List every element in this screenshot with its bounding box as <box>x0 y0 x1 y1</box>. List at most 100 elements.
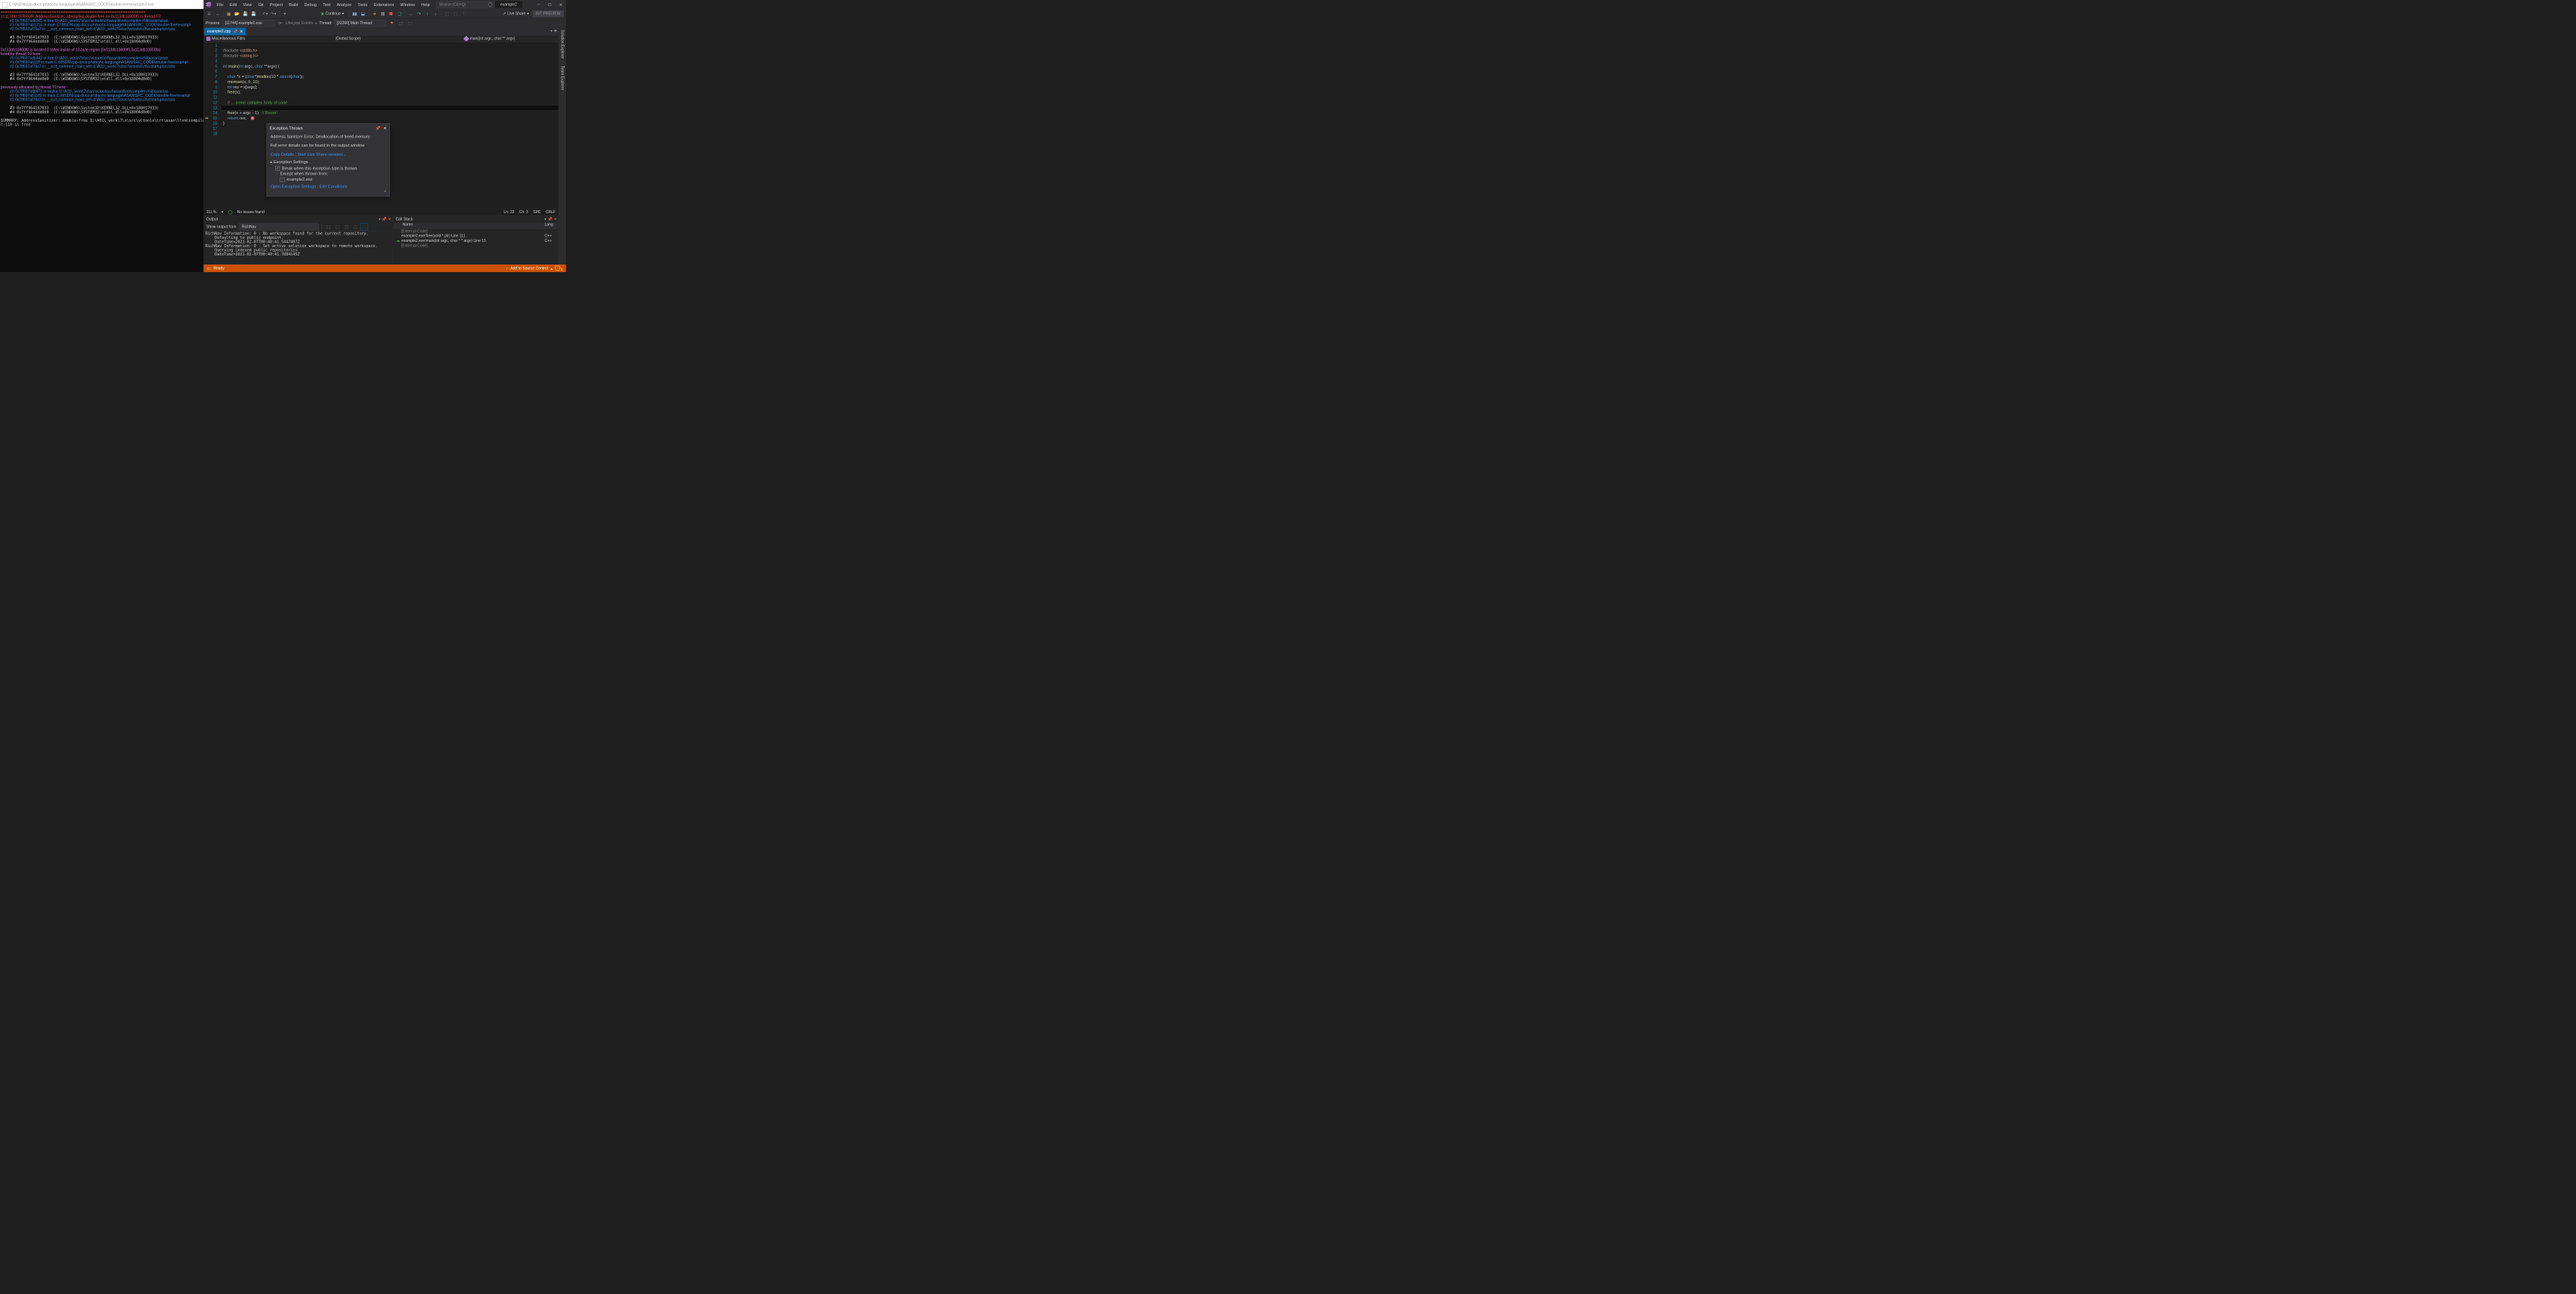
callstack-row[interactable]: [External Code] <box>393 243 559 248</box>
except-when-label: Except when thrown from: <box>271 172 386 176</box>
close-icon[interactable]: ✕ <box>554 217 557 221</box>
output-tool-icon[interactable]: ⬚ <box>343 223 350 230</box>
int-preview-badge: INT PREVIEW <box>532 11 564 17</box>
bell-icon[interactable] <box>556 266 560 271</box>
tool-icon-2[interactable]: ⬚ <box>452 11 459 17</box>
tab-dropdown-icon[interactable]: ▾ <box>550 29 553 33</box>
pin-icon[interactable]: 📌 <box>233 29 237 34</box>
break-all-icon[interactable]: ▮▮ <box>351 11 358 17</box>
lifecycle-label[interactable]: Lifecycle Events <box>286 21 313 25</box>
output-tool-icon[interactable]: ⬚ <box>325 223 332 230</box>
undo-icon[interactable]: ↶▾ <box>262 11 268 17</box>
close-tab-icon[interactable]: ✕ <box>240 29 243 33</box>
nav-function[interactable]: main(int argc, char ** argv) <box>462 36 559 42</box>
nav-fwd-icon[interactable]: → <box>214 11 221 17</box>
stop-debug-icon[interactable] <box>388 11 395 17</box>
stack-frame-icon[interactable]: ⬚ <box>398 20 404 26</box>
open-exception-settings-link[interactable]: Open Exception Settings <box>271 184 316 188</box>
open-icon[interactable]: 📂 <box>234 11 240 17</box>
copy-details-link[interactable]: Copy Details <box>271 152 294 156</box>
spc-indicator[interactable]: SPC <box>533 210 540 214</box>
menu-view[interactable]: View <box>240 1 255 8</box>
output-source-dropdown[interactable]: RichNav <box>240 223 319 230</box>
step-over-icon[interactable]: ↷ <box>416 11 423 17</box>
start-live-share-link[interactable]: Start Live Share session... <box>297 152 345 156</box>
exception-popup[interactable]: Exception Thrown 📌 ✕ Address Sanitizer E… <box>267 123 390 197</box>
callstack-header[interactable]: Call Stack ▾📌✕ <box>393 215 559 222</box>
team-explorer-tab[interactable]: Team Explorer <box>560 66 564 90</box>
process-dropdown[interactable]: [11744] example2.exe <box>222 20 274 26</box>
callstack-row[interactable]: example2.exe!free(void * ptr) Line 111C+… <box>393 234 559 238</box>
menu-window[interactable]: Window <box>398 1 418 8</box>
config-dropdown-icon[interactable]: ▾ <box>281 11 288 17</box>
flag-icon[interactable]: ⚑ <box>389 20 395 26</box>
menu-build[interactable]: Build <box>286 1 302 8</box>
stop-icon[interactable]: ⬓ <box>360 11 367 17</box>
thread-dropdown[interactable]: [32260] Main Thread <box>334 20 386 26</box>
menu-debug[interactable]: Debug <box>302 1 320 8</box>
maximize-button[interactable]: ☐ <box>544 0 555 9</box>
step-out-icon[interactable]: ↑ <box>424 11 431 17</box>
pin-icon[interactable]: 📌 <box>548 217 553 221</box>
nav-scope[interactable]: (Global Scope) <box>333 36 462 42</box>
menu-git[interactable]: Git <box>255 1 266 8</box>
pin-icon[interactable]: 📌 <box>375 125 380 130</box>
vs-statusbar: ▭ Ready ↑ Add to Source Control ▴ 2 <box>203 265 566 272</box>
document-tab[interactable]: example2.cpp 📌 ✕ <box>204 28 246 36</box>
close-icon[interactable]: ✕ <box>388 217 391 221</box>
module-checkbox[interactable] <box>280 178 285 182</box>
thread-icon[interactable]: ⬚ <box>407 20 413 26</box>
nav-project[interactable]: Miscellaneous Files <box>203 36 333 42</box>
menu-help[interactable]: Help <box>419 1 433 8</box>
col-indicator[interactable]: Ch: 3 <box>519 210 528 214</box>
search-input[interactable]: Search (Ctrl+Q) <box>437 1 495 8</box>
process-refresh-icon[interactable]: ⟳ <box>277 20 283 26</box>
line-indicator[interactable]: Ln: 13 <box>503 210 514 214</box>
callstack-row[interactable]: ➡example2.exe!main(int argc, char * * ar… <box>393 239 559 243</box>
step-icon[interactable]: ↓ <box>432 11 439 17</box>
new-item-icon[interactable]: ▦ <box>225 11 232 17</box>
restart-icon[interactable] <box>396 11 403 17</box>
minimize-button[interactable]: ─ <box>534 0 544 9</box>
nav-back-icon[interactable]: ⊝ <box>206 11 212 17</box>
menu-tools[interactable]: Tools <box>355 1 370 8</box>
menu-extensions[interactable]: Extensions <box>371 1 397 8</box>
live-share-button[interactable]: ↗ Live Share ▾ <box>503 11 529 16</box>
menu-project[interactable]: Project <box>267 1 285 8</box>
edit-conditions-link[interactable]: Edit Conditions <box>320 184 348 188</box>
output-body[interactable]: RichNav Information: 0 : No workspace fo… <box>203 231 392 264</box>
menu-edit[interactable]: Edit <box>227 1 240 8</box>
tool-icon-3[interactable]: ⋮ <box>460 11 467 17</box>
pin-icon[interactable]: 📌 <box>382 217 386 221</box>
dropdown-icon[interactable]: ▾ <box>379 217 381 221</box>
tab-add-icon[interactable]: ✚ <box>554 29 557 33</box>
save-all-icon[interactable]: 💾 <box>250 11 257 17</box>
step-into-icon[interactable]: → <box>407 11 414 17</box>
redo-icon[interactable]: ↷▾ <box>270 11 277 17</box>
tool-icon-1[interactable]: ⬚ <box>444 11 450 17</box>
callstack-row[interactable]: [External Code] <box>393 229 559 234</box>
output-tool-icon[interactable]: ⬚ <box>361 223 367 230</box>
pause-icon[interactable] <box>379 11 386 17</box>
menu-analyze[interactable]: Analyze <box>334 1 355 8</box>
menu-file[interactable]: File <box>214 1 226 8</box>
save-icon[interactable]: 💾 <box>242 11 249 17</box>
show-next-icon[interactable]: ➜ <box>371 11 378 17</box>
crlf-indicator[interactable]: CRLF <box>546 210 556 214</box>
close-icon[interactable]: ✕ <box>383 125 387 130</box>
menu-test[interactable]: Test <box>320 1 333 8</box>
output-tool-icon[interactable]: ⬚ <box>334 223 341 230</box>
editor-statusbar: 111 % ▾ No issues found Ln: 13 Ch: 3 SPC… <box>203 209 559 215</box>
console-output: ========================================… <box>0 9 203 272</box>
close-button[interactable]: ✕ <box>556 0 566 9</box>
output-header[interactable]: Output ▾📌✕ <box>203 215 392 222</box>
add-source-control[interactable]: Add to Source Control <box>510 266 548 270</box>
output-tool-icon[interactable]: ⬚ <box>351 223 358 230</box>
zoom-level[interactable]: 111 % <box>206 210 217 214</box>
dropdown-icon[interactable]: ▾ <box>544 217 546 221</box>
break-when-checkbox[interactable]: ✓ <box>275 166 280 171</box>
continue-button[interactable]: Continue ▾ <box>319 11 347 17</box>
exception-settings-header[interactable]: Exception Settings <box>274 159 308 164</box>
console-titlebar[interactable]: C:\MSDN\cpp-docs-pr\docs\c-language\ASAN… <box>0 0 203 9</box>
solution-explorer-tab[interactable]: Solution Explorer <box>560 29 564 58</box>
